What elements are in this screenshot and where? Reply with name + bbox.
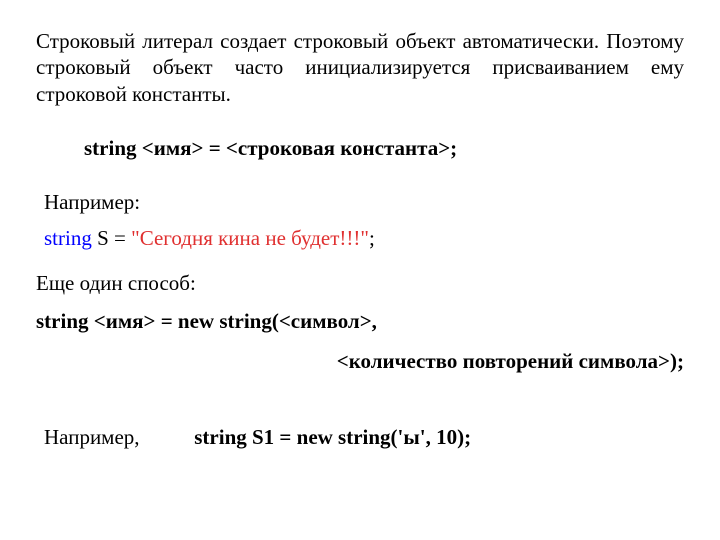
syntax-line-1: string <имя> = <строковая константа>; <box>84 135 684 161</box>
code-example-2: string S1 = new string('ы', 10); <box>194 425 471 449</box>
syntax-line-2a: string <имя> = new string(<символ>, <box>36 308 684 334</box>
var-name: S <box>92 226 114 250</box>
string-literal: "Сегодня кина не будет!!!" <box>131 226 369 250</box>
example-label-1: Например: <box>44 189 684 215</box>
intro-paragraph: Строковый литерал создает строковый объе… <box>36 28 684 107</box>
more-way-label: Еще один способ: <box>36 270 684 296</box>
syntax-line-2b: <количество повторений символа>); <box>36 348 684 374</box>
example-label-2: Например, <box>44 424 189 450</box>
assign-op: = <box>114 226 131 250</box>
example-row-2: Например, string S1 = new string('ы', 10… <box>44 424 684 450</box>
semicolon: ; <box>369 226 375 250</box>
code-example-1: string S = "Сегодня кина не будет!!!"; <box>44 225 684 251</box>
keyword-string: string <box>44 226 92 250</box>
